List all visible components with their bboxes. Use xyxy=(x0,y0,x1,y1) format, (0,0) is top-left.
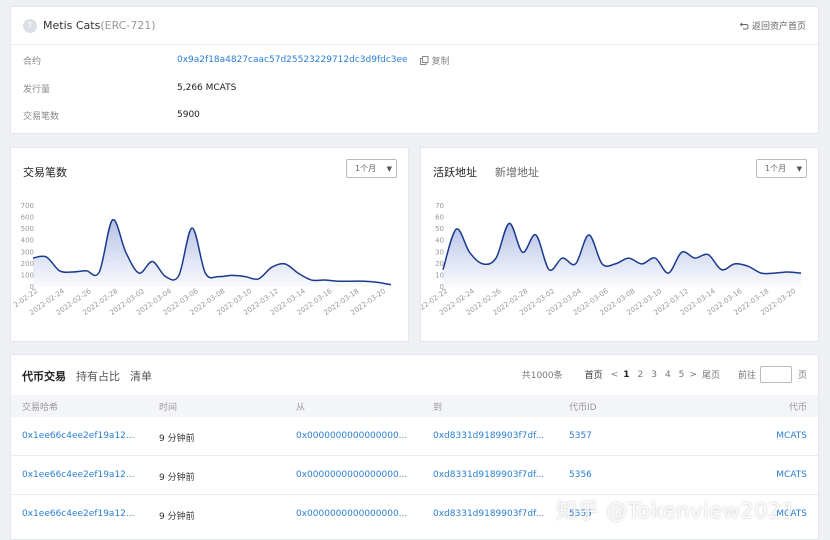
tab-active-address[interactable]: 活跃地址 xyxy=(433,164,477,180)
tab-new-address[interactable]: 新增地址 xyxy=(495,164,539,180)
col-hash: 交易哈希 xyxy=(22,403,59,413)
token-info-card: T Metis Cats (ERC-721) 返回资产首页 合约 0x9a2f18… xyxy=(10,6,819,134)
token-symbol-link[interactable]: MCATS xyxy=(776,431,807,441)
token-id-link[interactable]: 5357 xyxy=(569,431,592,441)
first-page-link[interactable]: 首页 xyxy=(585,368,603,381)
active-address-chart: 7060504030201002022-02-222022-02-242022-… xyxy=(421,202,802,317)
prev-page-button[interactable]: < xyxy=(611,370,619,380)
to-address-link[interactable]: 0xd8331d9189903f7df... xyxy=(433,470,544,480)
period-select-value: 1个月 xyxy=(355,164,377,173)
supply-label: 发行量 xyxy=(23,84,51,95)
y-tick-label: 60 xyxy=(435,214,444,222)
table-tabs: 代币交易 持有占比 清单 xyxy=(22,368,152,384)
y-tick-label: 500 xyxy=(21,225,34,233)
to-address-link[interactable]: 0xd8331d9189903f7df... xyxy=(433,509,544,519)
tx-time: 9 分钟前 xyxy=(159,473,195,483)
token-symbol-link[interactable]: MCATS xyxy=(776,470,807,480)
copy-label: 复制 xyxy=(431,56,450,67)
watermark: 知乎 @Tokenview2021 xyxy=(556,499,796,523)
to-address-link[interactable]: 0xd8331d9189903f7df... xyxy=(433,431,544,441)
col-time: 时间 xyxy=(159,403,178,413)
period-select[interactable]: 1个月 ▼ xyxy=(346,159,397,178)
from-address-link[interactable]: 0x0000000000000000... xyxy=(296,431,407,441)
page-link-2[interactable]: 2 xyxy=(637,370,643,380)
back-to-asset-home-link[interactable]: 返回资产首页 xyxy=(739,19,806,32)
token-standard: (ERC-721) xyxy=(100,19,156,32)
period-select[interactable]: 1个月 ▼ xyxy=(756,159,807,178)
y-tick-label: 100 xyxy=(21,271,34,279)
page-link-3[interactable]: 3 xyxy=(651,370,657,380)
tx-hash-link[interactable]: 0x1ee66c4ee2ef19a12... xyxy=(22,470,135,480)
table-row: 0x1ee66c4ee2ef19a12... 9 分钟前 0x000000000… xyxy=(11,417,818,456)
return-arrow-icon xyxy=(739,22,749,29)
y-tick-label: 600 xyxy=(21,214,34,222)
y-tick-label: 40 xyxy=(435,237,444,245)
tab-holders[interactable]: 持有占比 xyxy=(76,368,120,384)
last-page-link[interactable]: 尾页 xyxy=(702,368,720,381)
y-tick-label: 300 xyxy=(21,248,34,256)
contract-row: 合约 0x9a2f18a4827caac57d25523229712dc3d9f… xyxy=(23,52,450,68)
token-id-link[interactable]: 5356 xyxy=(569,470,592,480)
contract-address-link[interactable]: 0x9a2f18a4827caac57d25523229712dc3d9fdc3… xyxy=(177,55,408,65)
goto-label: 前往 xyxy=(737,371,756,381)
tx-time: 9 分钟前 xyxy=(159,434,195,444)
col-token: 代币 xyxy=(788,403,807,413)
chart-title-tx-count: 交易笔数 xyxy=(23,166,67,179)
copy-button[interactable]: 复制 xyxy=(419,54,450,67)
from-address-link[interactable]: 0x0000000000000000... xyxy=(296,470,407,480)
supply-value: 5,266 MCATS xyxy=(177,83,237,93)
y-tick-label: 30 xyxy=(435,248,444,256)
y-tick-label: 700 xyxy=(21,202,34,210)
y-tick-label: 20 xyxy=(435,260,444,268)
contract-label: 合约 xyxy=(23,56,42,67)
table-header: 交易哈希 时间 从 到 代币ID 代币 xyxy=(11,395,818,417)
y-tick-label: 200 xyxy=(21,260,34,268)
tx-count-row: 交易笔数 5900 xyxy=(23,107,200,123)
page-link-1[interactable]: 1 xyxy=(623,370,629,380)
page-unit-label: 页 xyxy=(797,371,807,381)
table-row: 0x1ee66c4ee2ef19a12... 9 分钟前 0x000000000… xyxy=(11,456,818,495)
col-to: 到 xyxy=(433,403,443,413)
back-link-label: 返回资产首页 xyxy=(751,22,806,32)
caret-down-icon: ▼ xyxy=(386,165,392,173)
active-address-chart-card: 活跃地址 新增地址 1个月 ▼ 70 60 50 40 30 20 10 0 2022-02-2… xyxy=(420,147,819,342)
tx-count-value: 5900 xyxy=(177,110,200,120)
total-count: 共1000条 xyxy=(521,371,563,381)
token-name: Metis Cats xyxy=(43,19,101,32)
tx-hash-link[interactable]: 0x1ee66c4ee2ef19a12... xyxy=(22,509,135,519)
from-address-link[interactable]: 0x0000000000000000... xyxy=(296,509,407,519)
supply-row: 发行量 5,266 MCATS xyxy=(23,80,236,96)
token-header: T Metis Cats (ERC-721) 返回资产首页 xyxy=(11,7,818,45)
page-link-5[interactable]: 5 xyxy=(679,370,685,380)
tab-inventory[interactable]: 清单 xyxy=(130,368,152,384)
tx-count-chart: 70060050040030020010002-02-222022-02-242… xyxy=(12,202,392,317)
goto-page-input[interactable] xyxy=(759,366,792,383)
col-from: 从 xyxy=(296,403,306,413)
y-tick-label: 10 xyxy=(435,271,444,279)
tx-count-label: 交易笔数 xyxy=(23,111,60,122)
caret-down-icon: ▼ xyxy=(796,165,802,173)
tx-time: 9 分钟前 xyxy=(159,512,195,522)
y-tick-label: 400 xyxy=(21,237,34,245)
page-link-4[interactable]: 4 xyxy=(665,370,671,380)
period-select-value: 1个月 xyxy=(765,164,787,173)
tx-hash-link[interactable]: 0x1ee66c4ee2ef19a12... xyxy=(22,431,135,441)
y-tick-label: 50 xyxy=(435,225,444,233)
y-tick-label: 70 xyxy=(435,202,444,210)
next-page-button[interactable]: > xyxy=(689,370,697,380)
series-area xyxy=(33,219,391,287)
tx-count-chart-card: 交易笔数 1个月 ▼ 700 600 500 400 300 200 100 0 2-02-22… xyxy=(10,147,409,342)
copy-icon xyxy=(419,55,429,65)
tab-token-transfers[interactable]: 代币交易 xyxy=(22,368,66,384)
col-token-id: 代币ID xyxy=(569,403,597,413)
token-logo-icon: T xyxy=(23,18,37,33)
pagination: 共1000条 首页 < 1 2 3 4 5 > 尾页 前往 页 xyxy=(522,366,807,383)
